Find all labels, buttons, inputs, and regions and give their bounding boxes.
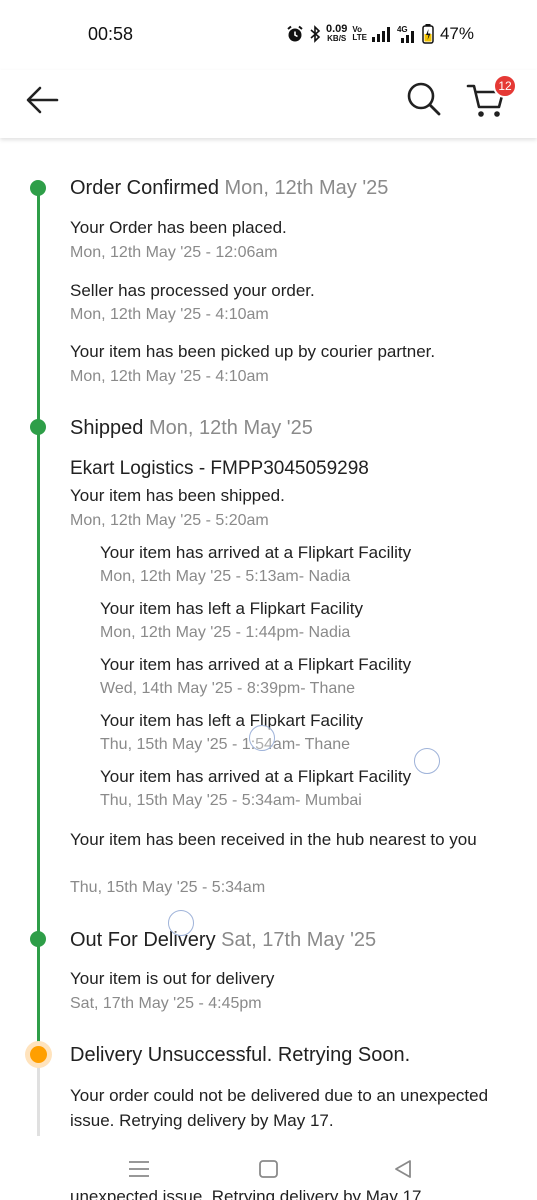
battery-icon [422,24,434,44]
sub-event-text: Your item has arrived at a Flipkart Faci… [100,767,412,786]
status-bar: 00:58 0.09 KB/S Vo LTE 4G 47% [0,0,537,70]
status-icons: 0.09 KB/S Vo LTE 4G 47% [286,21,474,47]
nav-ghost-text: unexpected issue. Retrying delivery by M… [70,1187,427,1200]
event-time: Mon, 12th May '25 - 4:10am [70,368,269,385]
event-text-hub: Your item has been received in the hub n… [70,830,477,849]
timeline-dot-shipped [30,419,46,435]
signal-4g-icon [400,31,414,43]
event-time: Mon, 12th May '25 - 5:20am [70,512,269,529]
stage-order-confirmed: Order Confirmed Mon, 12th May '25 [70,177,388,200]
event-time: Sat, 17th May '25 - 4:45pm [70,995,262,1012]
timeline-dot-delivery-unsuccessful [30,1046,47,1063]
event-time: Thu, 15th May '25 - 5:34am [70,879,266,896]
event-text: Your item has been picked up by courier … [70,342,436,361]
system-nav-bar: unexpected issue. Retrying delivery by M… [0,1136,537,1200]
timeline-line-pending [37,1056,40,1136]
network-speed: 0.09 KB/S [326,24,347,44]
timeline-dot-order-confirmed [30,180,46,196]
sub-event-time: Thu, 15th May '25 - 1:54am- Thane [100,736,351,753]
app-header: 12 [0,70,537,138]
sub-event-text: Your item has arrived at a Flipkart Faci… [100,655,412,674]
status-time: 00:58 [88,24,134,44]
event-time: Mon, 12th May '25 - 12:06am [70,244,278,261]
touch-indicator [168,910,194,936]
sub-event-text: Your item has left a Flipkart Facility [100,599,363,618]
event-text: Your Order has been placed. [70,218,287,237]
signal-icon [371,27,390,42]
volte-indicator: Vo LTE [352,26,367,42]
event-time: Mon, 12th May '25 - 4:10am [70,306,269,323]
sub-event-text: Your item has left a Flipkart Facility [100,711,363,730]
stage-shipped: Shipped Mon, 12th May '25 [70,417,313,440]
volte-bottom: LTE [352,33,367,42]
sub-event-time: Mon, 12th May '25 - 5:13am- Nadia [100,568,351,585]
sub-event-time: Wed, 14th May '25 - 8:39pm- Thane [100,680,356,697]
home-icon[interactable] [254,1154,284,1184]
stage-date: Sat, 17th May '25 [221,929,377,951]
alarm-icon [287,25,303,42]
back-arrow-icon[interactable] [24,82,60,118]
speed-value: 0.09 [326,23,348,35]
delivery-issue-text: Your order could not be delivered due to… [70,1086,489,1130]
sub-event-time: Thu, 15th May '25 - 5:34am- Mumbai [100,792,362,809]
timeline-dot-out-for-delivery [30,931,46,947]
menu-icon[interactable] [124,1154,154,1184]
back-triangle-icon[interactable] [388,1154,418,1184]
speed-unit: KB/S [327,34,347,43]
courier-tracking-id: Ekart Logistics - FMPP3045059298 [70,458,369,479]
stage-title: Shipped [70,417,144,439]
bluetooth-icon [310,25,321,43]
cart-count-badge: 12 [493,74,517,98]
sub-event-time: Mon, 12th May '25 - 1:44pm- Nadia [100,624,351,641]
timeline-line-completed [37,186,40,1056]
stage-title: Out For Delivery [70,929,216,951]
battery-percent: 47% [439,24,474,43]
stage-out-for-delivery: Out For Delivery Sat, 17th May '25 [70,929,376,952]
event-text: Your item has been shipped. [70,486,285,505]
touch-indicator [414,748,440,774]
touch-indicator [249,725,275,751]
stage-date: Mon, 12th May '25 [224,177,389,199]
sub-event-text: Your item has arrived at a Flipkart Faci… [100,543,412,562]
stage-title: Order Confirmed [70,177,219,199]
stage-delivery-unsuccessful: Delivery Unsuccessful. Retrying Soon. [70,1044,411,1066]
network-4g: 4G [397,25,417,43]
event-text: Seller has processed your order. [70,281,315,300]
stage-date: Mon, 12th May '25 [148,417,313,439]
search-icon[interactable] [404,79,442,117]
event-text: Your item is out for delivery [70,969,275,988]
